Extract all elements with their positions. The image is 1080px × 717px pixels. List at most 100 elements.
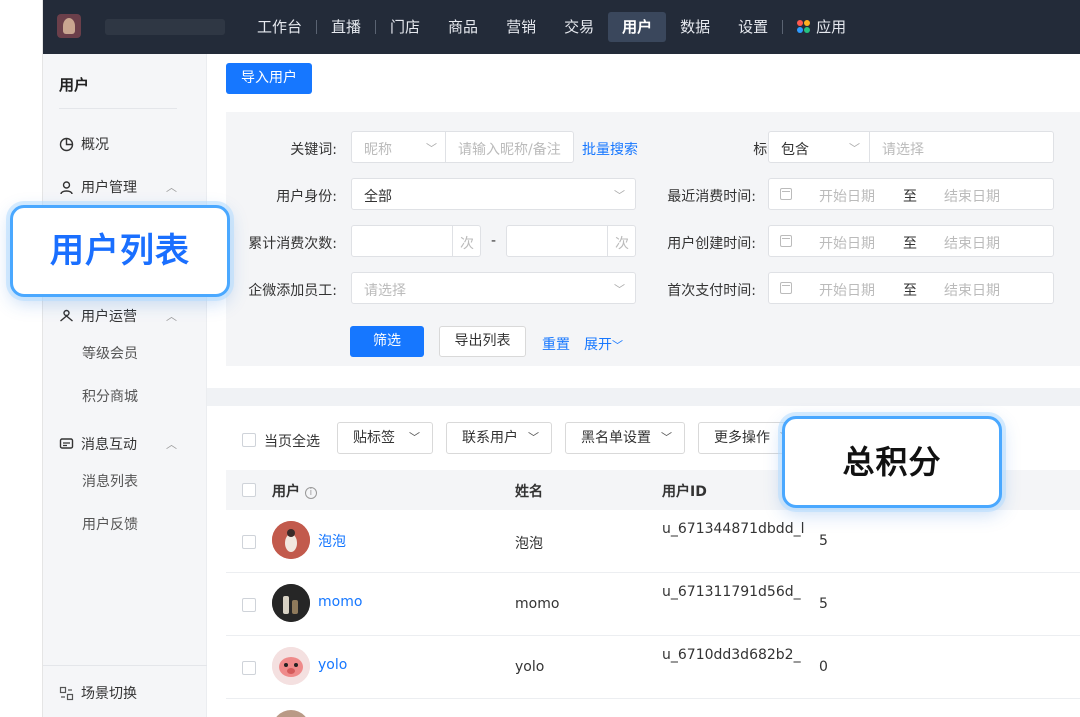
sidebar-item-overview[interactable]: 概况 — [59, 134, 177, 154]
calendar-icon — [780, 282, 792, 294]
user-name: 泡泡 — [515, 536, 543, 552]
user-nickname-link[interactable]: momo — [318, 594, 362, 610]
column-user-label: 用户 — [272, 484, 300, 500]
row-checkbox[interactable] — [242, 661, 256, 675]
avatar — [272, 710, 310, 717]
reset-link[interactable]: 重置 — [542, 334, 570, 354]
consume-count-label: 累计消费次数: — [248, 236, 337, 252]
nav-item-goods[interactable]: 商品 — [434, 12, 492, 42]
staff-label: 企微添加员工: — [248, 283, 337, 299]
select-page-label: 当页全选 — [264, 434, 320, 450]
count-min-input[interactable]: 次 — [351, 225, 481, 257]
table-row[interactable]: yolo yolo u_6710dd3d682b2_ 0 — [226, 636, 1080, 699]
nav-item-marketing[interactable]: 营销 — [492, 12, 550, 42]
expand-link[interactable]: 展开﹀ — [584, 334, 623, 354]
select-page-checkbox[interactable] — [242, 433, 256, 447]
staff-placeholder: 请选择 — [364, 283, 406, 299]
nav-item-trade[interactable]: 交易 — [550, 12, 608, 42]
table-row[interactable]: momo momo u_671311791d56d_ 5 — [226, 573, 1080, 636]
total-points: 5 — [819, 533, 828, 549]
tag-action-button[interactable]: 贴标签 ﹀ — [337, 422, 433, 454]
user-name: momo — [515, 596, 560, 612]
sidebar: 用户 概况 用户管理 ︿ 用户运营 ︿ 等级会员 积分商城 消息互动 ︿ 消息列… — [43, 54, 207, 717]
nav-item-store[interactable]: 门店 — [376, 12, 434, 42]
top-nav: 工作台 直播 门店 商品 营销 交易 用户 数据 设置 应用 — [43, 0, 1080, 54]
scene-switch-button[interactable]: 场景切换 — [59, 683, 177, 703]
action-label: 贴标签 — [353, 430, 395, 446]
filter-section: 导入用户 关键词: 昵称 ﹀ 请输入昵称/备注 批量搜索 标签: 包含 ﹀ 请选… — [207, 54, 1080, 388]
first-pay-date-range[interactable]: 开始日期 至 结束日期 — [768, 272, 1054, 304]
sidebar-item-level-member[interactable]: 等级会员 — [82, 343, 138, 363]
identity-select[interactable]: 全部 ﹀ — [351, 178, 636, 210]
import-users-button[interactable]: 导入用户 — [226, 63, 312, 94]
nav-apps-label: 应用 — [816, 18, 847, 36]
filter-button[interactable]: 筛选 — [350, 326, 424, 357]
count-max-input[interactable]: 次 — [506, 225, 636, 257]
total-points: 0 — [819, 659, 828, 675]
created-date-range[interactable]: 开始日期 至 结束日期 — [768, 225, 1054, 257]
user-nickname-link[interactable]: 泡泡 — [318, 531, 346, 551]
message-icon — [59, 437, 74, 452]
date-end: 结束日期 — [944, 189, 1000, 205]
callout-total-points: 总积分 — [782, 416, 1002, 508]
date-start: 开始日期 — [819, 189, 875, 205]
staff-select[interactable]: 请选择 ﹀ — [351, 272, 636, 304]
sidebar-divider — [59, 108, 177, 109]
nav-item-workbench[interactable]: 工作台 — [243, 12, 316, 42]
sidebar-item-user-management[interactable]: 用户管理 ︿ — [59, 177, 177, 197]
input-divider — [452, 226, 453, 256]
row-checkbox[interactable] — [242, 598, 256, 612]
count-unit: 次 — [460, 236, 474, 252]
sidebar-item-user-operation[interactable]: 用户运营 ︿ — [59, 306, 177, 326]
created-time-label: 用户创建时间: — [667, 236, 756, 252]
last-consume-date-range[interactable]: 开始日期 至 结束日期 — [768, 178, 1054, 210]
nav-item-user[interactable]: 用户 — [608, 12, 667, 42]
chevron-down-icon: ﹀ — [614, 189, 625, 202]
info-icon[interactable]: i — [304, 487, 317, 499]
keyword-type-select[interactable]: 昵称 — [364, 139, 392, 159]
sidebar-item-feedback[interactable]: 用户反馈 — [82, 514, 138, 534]
chevron-up-icon: ︿ — [166, 181, 177, 194]
user-nickname-link[interactable]: yolo — [318, 657, 347, 673]
expand-label: 展开 — [584, 337, 612, 353]
nav-item-data[interactable]: 数据 — [666, 12, 724, 42]
chevron-down-icon: ﹀ — [426, 142, 437, 155]
table-row[interactable]: 泡泡 泡泡 u_671344871dbdd_l 5 — [226, 510, 1080, 573]
chevron-down-icon: ﹀ — [614, 283, 625, 296]
tag-mode-select[interactable]: 包含 — [781, 139, 809, 159]
row-checkbox[interactable] — [242, 535, 256, 549]
nav-menu: 工作台 直播 门店 商品 营销 交易 用户 数据 设置 应用 — [243, 12, 860, 42]
table-row[interactable] — [226, 699, 1080, 717]
shop-logo[interactable] — [57, 14, 81, 38]
date-to: 至 — [903, 283, 917, 299]
blacklist-button[interactable]: 黑名单设置 ﹀ — [565, 422, 685, 454]
date-start: 开始日期 — [819, 283, 875, 299]
input-divider — [869, 132, 870, 162]
user-name: yolo — [515, 659, 545, 675]
column-name: 姓名 — [515, 484, 543, 500]
chevron-up-icon: ︿ — [166, 438, 177, 451]
export-list-button[interactable]: 导出列表 — [439, 326, 526, 357]
main-content: 导入用户 关键词: 昵称 ﹀ 请输入昵称/备注 批量搜索 标签: 包含 ﹀ 请选… — [207, 54, 1080, 717]
tag-input-group: 包含 ﹀ 请选择 — [768, 131, 1054, 163]
identity-label: 用户身份: — [276, 189, 337, 205]
keyword-label: 关键词: — [290, 142, 337, 158]
sidebar-item-message[interactable]: 消息互动 ︿ — [59, 434, 177, 454]
pie-chart-icon — [59, 137, 74, 152]
nav-item-apps[interactable]: 应用 — [783, 12, 860, 42]
select-all-checkbox[interactable] — [242, 483, 256, 497]
filter-panel: 关键词: 昵称 ﹀ 请输入昵称/备注 批量搜索 标签: 包含 ﹀ 请选择 用户身… — [226, 112, 1080, 366]
nav-item-live[interactable]: 直播 — [317, 12, 375, 42]
sidebar-item-message-list[interactable]: 消息列表 — [82, 471, 138, 491]
chevron-down-icon: ﹀ — [849, 142, 860, 155]
keyword-input[interactable]: 请输入昵称/备注 — [458, 139, 568, 159]
tag-select[interactable]: 请选择 — [882, 139, 924, 159]
contact-user-button[interactable]: 联系用户 ﹀ — [446, 422, 552, 454]
batch-search-link[interactable]: 批量搜索 — [582, 139, 638, 159]
count-unit: 次 — [615, 236, 629, 252]
last-consume-label: 最近消费时间: — [667, 189, 756, 205]
sidebar-item-points-mall[interactable]: 积分商城 — [82, 386, 138, 406]
nav-item-settings[interactable]: 设置 — [724, 12, 782, 42]
scene-switch-label: 场景切换 — [81, 686, 137, 702]
column-user-id: 用户ID — [662, 484, 707, 500]
